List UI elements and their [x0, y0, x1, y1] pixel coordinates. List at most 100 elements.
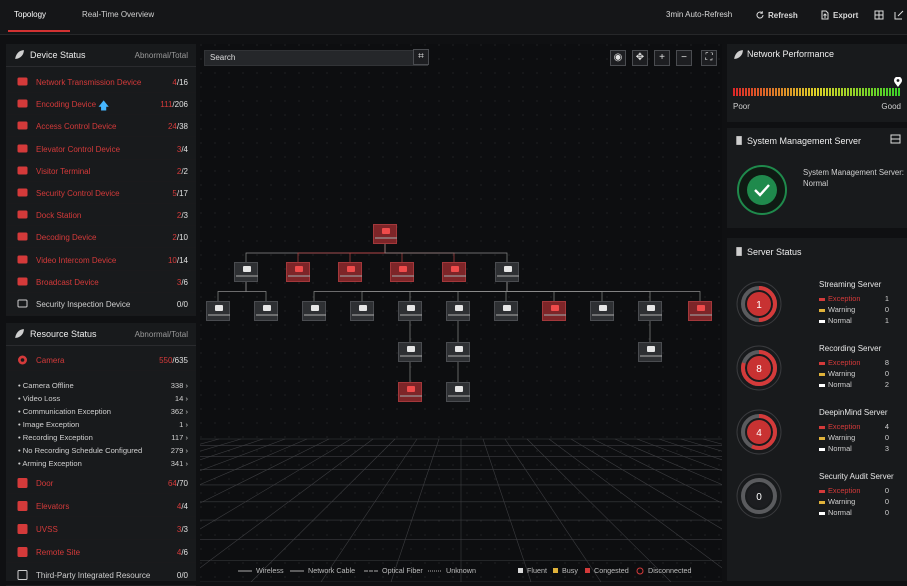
resource-count: 4/6 — [176, 548, 188, 557]
topology-node[interactable] — [446, 342, 470, 362]
topology-node[interactable] — [350, 301, 374, 321]
topology-node[interactable] — [302, 301, 326, 321]
camera-exception-row[interactable]: • Video Loss 14 › — [6, 392, 196, 405]
node-label — [496, 314, 518, 316]
refresh-button[interactable]: Refresh — [755, 10, 798, 20]
device-row[interactable]: Network Transmission Device 4/16 — [6, 72, 196, 93]
layout-icon[interactable] — [874, 10, 884, 20]
node-label — [400, 314, 422, 316]
performance-segment — [850, 88, 852, 96]
popout-icon[interactable] — [894, 10, 904, 20]
performance-segment — [838, 88, 840, 96]
device-count: 3/4 — [176, 144, 188, 154]
server-row[interactable]: 0 Security Audit Server Exception 0 Warni… — [727, 468, 907, 530]
server-row[interactable]: 1 Streaming Server Exception 1 Warning 0 N… — [727, 276, 907, 338]
node-label — [208, 314, 230, 316]
server-icon[interactable] — [890, 134, 901, 144]
warning-line: Warning 0 — [819, 433, 889, 442]
device-icon — [382, 228, 390, 234]
device-type-icon — [17, 144, 28, 153]
node-label — [400, 395, 422, 397]
topology-node[interactable] — [638, 342, 662, 362]
topology-node[interactable] — [494, 301, 518, 321]
camera-exception-row[interactable]: • Communication Exception 362 › — [6, 405, 196, 418]
camera-exception-row[interactable]: • Recording Exception 117 › — [6, 431, 196, 444]
export-icon — [821, 10, 829, 20]
tab-topology[interactable]: Topology — [14, 10, 46, 19]
resource-row[interactable]: UVSS 3/3 — [6, 519, 196, 540]
legend-item: Disconnected — [636, 566, 692, 575]
topology-node[interactable] — [398, 342, 422, 362]
device-type-icon — [17, 77, 28, 86]
device-label: Encoding Device — [36, 100, 97, 110]
system-management-title: System Management Server — [747, 136, 862, 146]
topology-node[interactable] — [390, 262, 414, 282]
performance-segment — [805, 88, 807, 96]
topology-node[interactable] — [638, 301, 662, 321]
leaf-icon — [734, 50, 743, 59]
topology-layout-icon[interactable]: ⌗ — [413, 49, 429, 65]
search-input[interactable]: Search — [204, 50, 428, 66]
device-row[interactable]: Access Control Device 24/38 — [6, 116, 196, 138]
device-label: Video Intercom Device — [36, 255, 117, 265]
device-row[interactable]: Elevator Control Device 3/4 — [6, 139, 196, 160]
move-icon[interactable]: ✥ — [632, 50, 648, 66]
topology-node[interactable] — [286, 262, 310, 282]
zoom-out-icon[interactable]: − — [676, 50, 692, 66]
resource-row[interactable]: Elevators 4/4 — [6, 496, 196, 517]
device-row[interactable]: Visitor Terminal 2/2 — [6, 161, 196, 182]
disconnected-icon — [636, 567, 644, 574]
camera-exception-row[interactable]: • Camera Offline 338 › — [6, 379, 196, 392]
exception-line: Exception 8 — [819, 358, 889, 367]
resource-row[interactable]: Remote Site 4/6 — [6, 542, 196, 563]
topology-node[interactable] — [688, 301, 712, 321]
camera-exception-row[interactable]: • Image Exception 1 › — [6, 418, 196, 431]
topology-node[interactable] — [254, 301, 278, 321]
network-performance-panel: Network Performance Poor Good — [727, 44, 907, 122]
topology-node[interactable] — [590, 301, 614, 321]
device-row[interactable]: Encoding Device 🡅 111/206 — [6, 94, 196, 116]
fullscreen-icon[interactable]: ⛶ — [701, 50, 717, 66]
status-ok-icon — [737, 165, 787, 215]
device-row[interactable]: Decoding Device 2/10 — [6, 227, 196, 249]
server-row[interactable]: 8 Recording Server Exception 8 Warning 0 N… — [727, 340, 907, 402]
export-button[interactable]: Export — [820, 10, 858, 20]
device-row[interactable]: Broadcast Device 3/6 — [6, 272, 196, 293]
good-label: Good — [881, 102, 901, 111]
topology-node[interactable] — [446, 382, 470, 402]
server-row[interactable]: 4 DeepinMind Server Exception 4 Warning 0 … — [727, 404, 907, 466]
topology-node[interactable] — [234, 262, 258, 282]
device-row[interactable]: Dock Station 2/3 — [6, 205, 196, 227]
topology-node[interactable] — [206, 301, 230, 321]
device-count: 2/3 — [176, 211, 188, 221]
performance-segment — [793, 88, 795, 96]
tab-real-time-overview[interactable]: Real-Time Overview — [82, 10, 154, 19]
zoom-in-icon[interactable]: + — [654, 50, 670, 66]
performance-segment — [889, 88, 891, 96]
device-row[interactable]: Security Inspection Device 0/0 — [6, 294, 196, 315]
eye-icon[interactable]: ◉ — [610, 50, 626, 66]
normal-line: Normal 1 — [819, 316, 889, 325]
topology-node[interactable] — [373, 224, 397, 244]
device-label: Access Control Device — [36, 122, 117, 132]
topology-node[interactable] — [495, 262, 519, 282]
system-management-panel: System Management Server System Manageme… — [727, 128, 907, 228]
topology-node[interactable] — [338, 262, 362, 282]
resource-row[interactable]: Third-Party Integrated Resource 0/0 — [6, 565, 196, 586]
topology-node[interactable] — [442, 262, 466, 282]
resource-row-camera[interactable]: Camera 550/635 — [6, 350, 196, 371]
auto-refresh-toggle[interactable]: 3min Auto-Refresh — [666, 10, 732, 19]
device-row[interactable]: Video Intercom Device 10/14 — [6, 250, 196, 271]
topology-node[interactable] — [398, 301, 422, 321]
topology-node[interactable] — [542, 301, 566, 321]
camera-exception-row[interactable]: • No Recording Schedule Configured 279 › — [6, 444, 196, 457]
camera-exception-count: 1 › — [179, 420, 188, 429]
camera-exception-row[interactable]: • Arming Exception 341 › — [6, 457, 196, 470]
camera-count: 550/635 — [159, 356, 188, 365]
topology-node[interactable] — [398, 382, 422, 402]
resource-row[interactable]: Door 64/70 — [6, 473, 196, 494]
topology-node[interactable] — [446, 301, 470, 321]
device-icon — [599, 305, 607, 311]
device-row[interactable]: Security Control Device 5/17 — [6, 183, 196, 204]
topology-map[interactable]: Search ⌗ ◉ ✥ + − ⛶ — [200, 44, 722, 582]
